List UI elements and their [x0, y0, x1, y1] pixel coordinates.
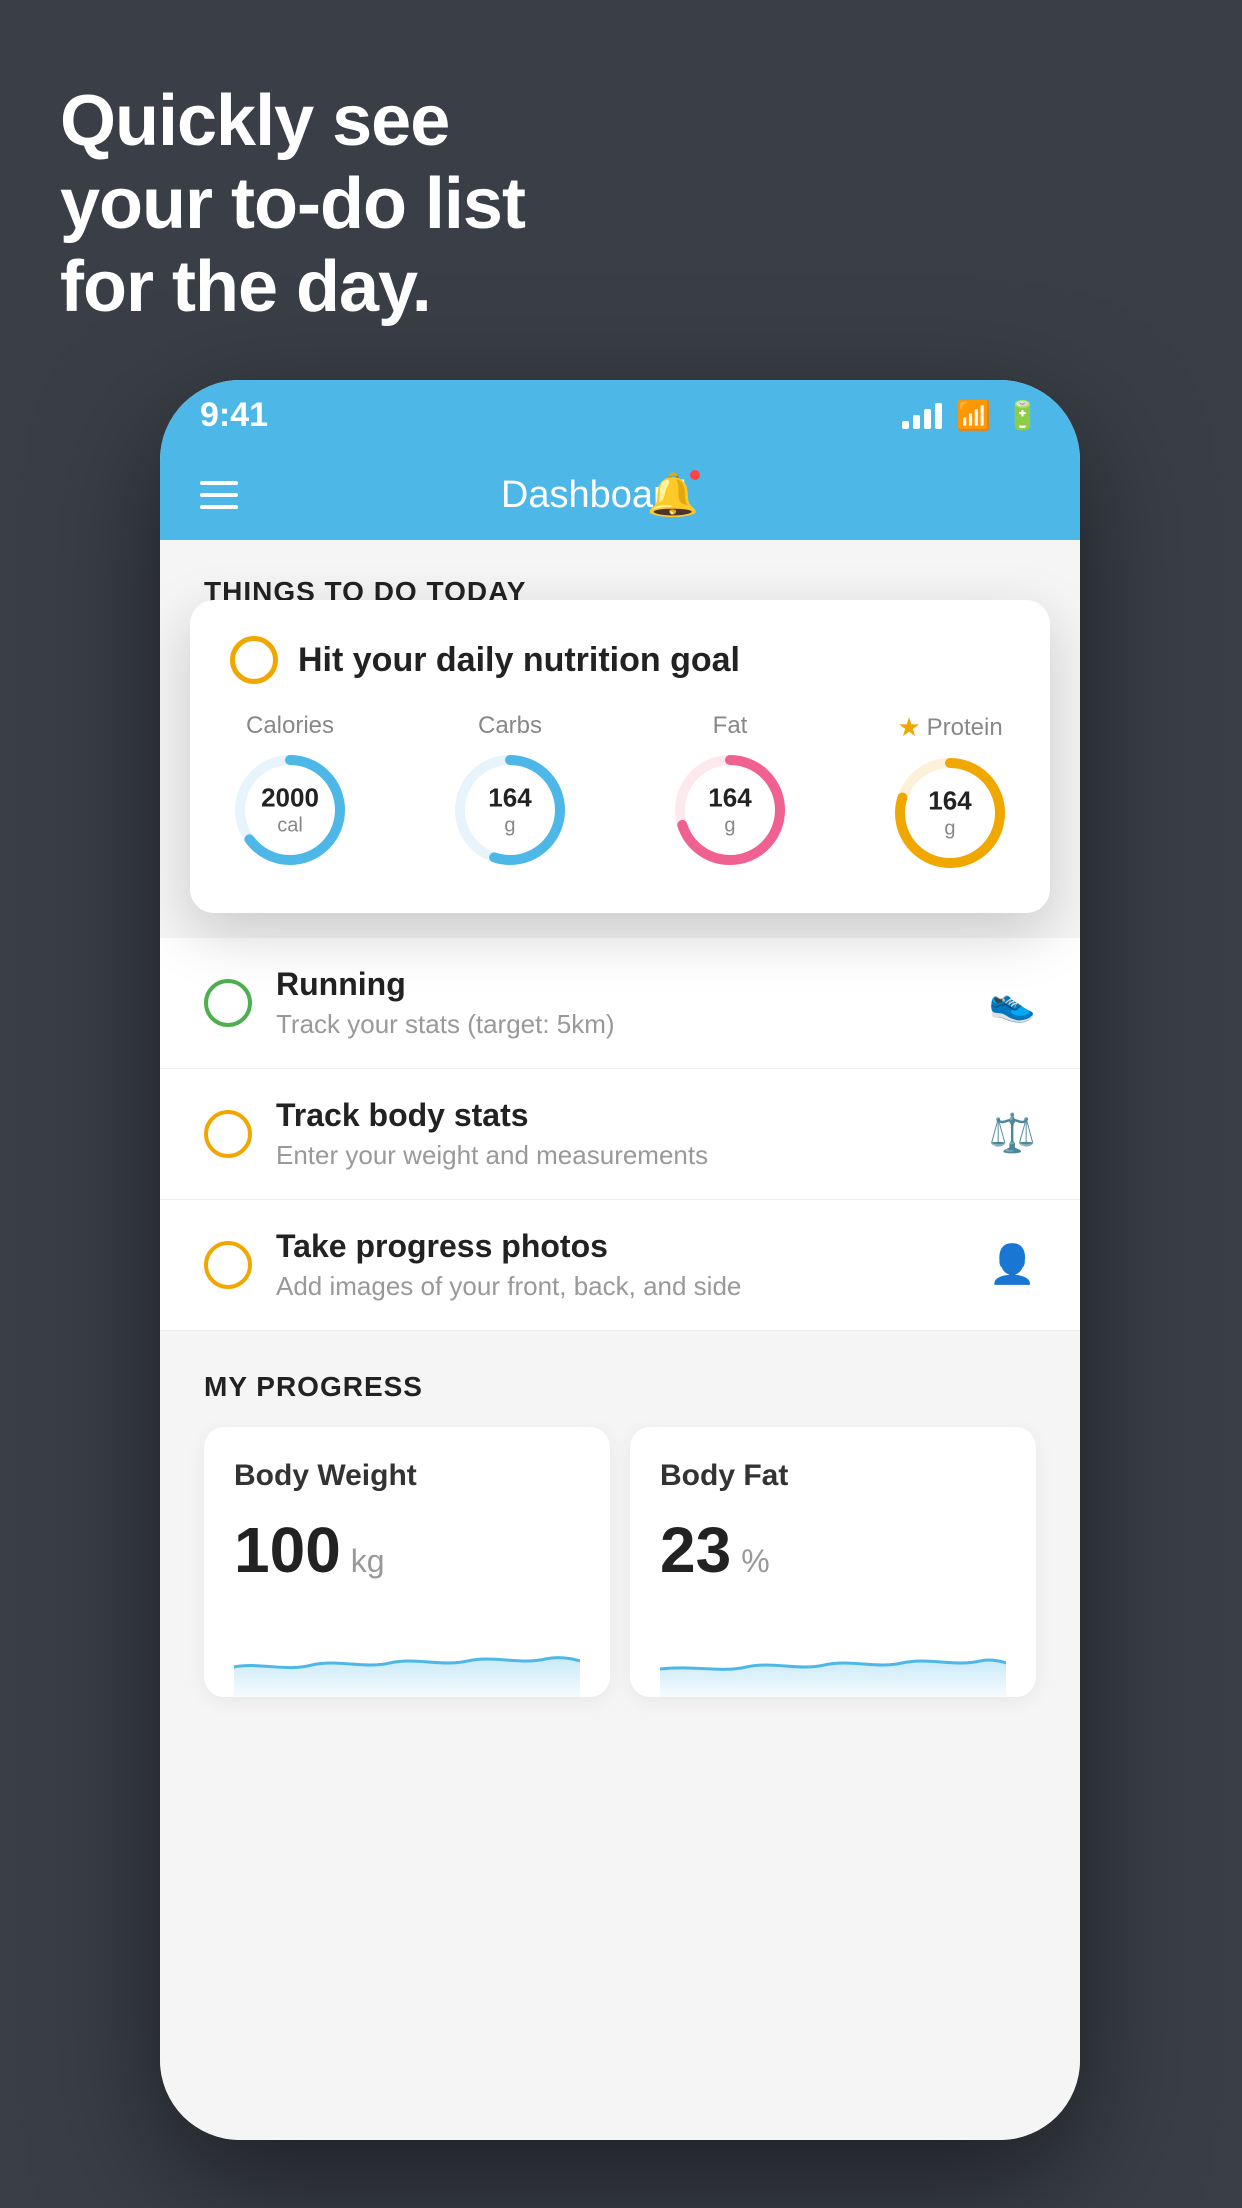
fat-ring: 164 g: [670, 750, 790, 870]
calories-label: Calories: [246, 712, 334, 740]
protein-label-row: ★ Protein: [897, 712, 1002, 743]
photos-check-circle: [204, 1241, 252, 1289]
body-stats-text: Track body stats Enter your weight and m…: [276, 1097, 989, 1171]
carbs-unit: g: [488, 814, 531, 838]
star-icon: ★: [897, 712, 920, 743]
photos-name: Take progress photos: [276, 1228, 989, 1265]
phone-mockup: 9:41 📶 🔋 Dashboard 🔔 THINGS TO DO TODAY: [160, 380, 1080, 2140]
body-weight-number: 100: [234, 1513, 341, 1587]
nutrition-row: Calories 2000 cal Carbs: [230, 712, 1010, 873]
nutrition-circle-check: [230, 636, 278, 684]
fat-unit: g: [708, 814, 751, 838]
fat-label: Fat: [713, 712, 748, 740]
body-fat-card: Body Fat 23 %: [630, 1427, 1036, 1697]
running-name: Running: [276, 966, 989, 1003]
body-fat-title: Body Fat: [660, 1459, 1006, 1493]
calories-ring: 2000 cal: [230, 750, 350, 870]
progress-title: MY PROGRESS: [204, 1371, 1036, 1403]
photos-icon: 👤: [989, 1243, 1036, 1287]
body-weight-value: 100 kg: [234, 1513, 580, 1587]
nutrition-carbs: Carbs 164 g: [450, 712, 570, 870]
body-fat-unit: %: [741, 1543, 769, 1580]
hero-text: Quickly see your to-do list for the day.: [60, 80, 525, 328]
calories-value: 2000: [261, 782, 319, 813]
photos-desc: Add images of your front, back, and side: [276, 1271, 989, 1302]
hamburger-button[interactable]: [200, 481, 238, 509]
nutrition-card: Hit your daily nutrition goal Calories 2…: [190, 600, 1050, 913]
body-stats-check-circle: [204, 1110, 252, 1158]
card-header-row: Hit your daily nutrition goal: [230, 636, 1010, 684]
battery-icon: 🔋: [1005, 399, 1040, 432]
carbs-label: Carbs: [478, 712, 542, 740]
todo-item-body-stats[interactable]: Track body stats Enter your weight and m…: [160, 1069, 1080, 1200]
body-fat-number: 23: [660, 1513, 731, 1587]
signal-icon: [902, 401, 942, 429]
nutrition-fat: Fat 164 g: [670, 712, 790, 870]
body-stats-desc: Enter your weight and measurements: [276, 1140, 989, 1171]
hero-line1: Quickly see: [60, 80, 525, 163]
carbs-ring: 164 g: [450, 750, 570, 870]
protein-unit: g: [928, 817, 971, 841]
nav-bar: Dashboard 🔔: [160, 450, 1080, 540]
body-weight-card: Body Weight 100 kg: [204, 1427, 610, 1697]
progress-section: MY PROGRESS Body Weight 100 kg: [160, 1331, 1080, 1697]
body-fat-chart: [660, 1617, 1006, 1697]
hero-line3: for the day.: [60, 246, 525, 329]
body-weight-title: Body Weight: [234, 1459, 580, 1493]
protein-label: Protein: [927, 714, 1003, 742]
photos-text: Take progress photos Add images of your …: [276, 1228, 989, 1302]
protein-ring: 164 g: [890, 753, 1010, 873]
fat-value: 164: [708, 782, 751, 813]
body-stats-name: Track body stats: [276, 1097, 989, 1134]
nutrition-title: Hit your daily nutrition goal: [298, 641, 740, 680]
hero-line2: your to-do list: [60, 163, 525, 246]
running-check-circle: [204, 979, 252, 1027]
todo-item-photos[interactable]: Take progress photos Add images of your …: [160, 1200, 1080, 1331]
body-stats-icon: ⚖️: [989, 1112, 1036, 1156]
todo-item-running[interactable]: Running Track your stats (target: 5km) 👟: [160, 938, 1080, 1069]
status-icons: 📶 🔋: [902, 399, 1040, 432]
calories-unit: cal: [261, 814, 319, 838]
protein-value: 164: [928, 785, 971, 816]
bell-button[interactable]: 🔔: [647, 471, 699, 520]
status-time: 9:41: [200, 396, 268, 435]
running-text: Running Track your stats (target: 5km): [276, 966, 989, 1040]
carbs-value: 164: [488, 782, 531, 813]
running-desc: Track your stats (target: 5km): [276, 1009, 989, 1040]
body-weight-chart: [234, 1617, 580, 1697]
running-icon: 👟: [989, 981, 1036, 1025]
progress-cards: Body Weight 100 kg: [204, 1427, 1036, 1697]
body-fat-value: 23 %: [660, 1513, 1006, 1587]
nutrition-calories: Calories 2000 cal: [230, 712, 350, 870]
body-weight-unit: kg: [351, 1543, 385, 1580]
wifi-icon: 📶: [956, 399, 991, 432]
nutrition-protein: ★ Protein 164 g: [890, 712, 1010, 873]
todo-list: Running Track your stats (target: 5km) 👟…: [160, 938, 1080, 1331]
main-content: THINGS TO DO TODAY Hit your daily nutrit…: [160, 540, 1080, 2140]
status-bar: 9:41 📶 🔋: [160, 380, 1080, 450]
notification-dot: [687, 467, 703, 483]
